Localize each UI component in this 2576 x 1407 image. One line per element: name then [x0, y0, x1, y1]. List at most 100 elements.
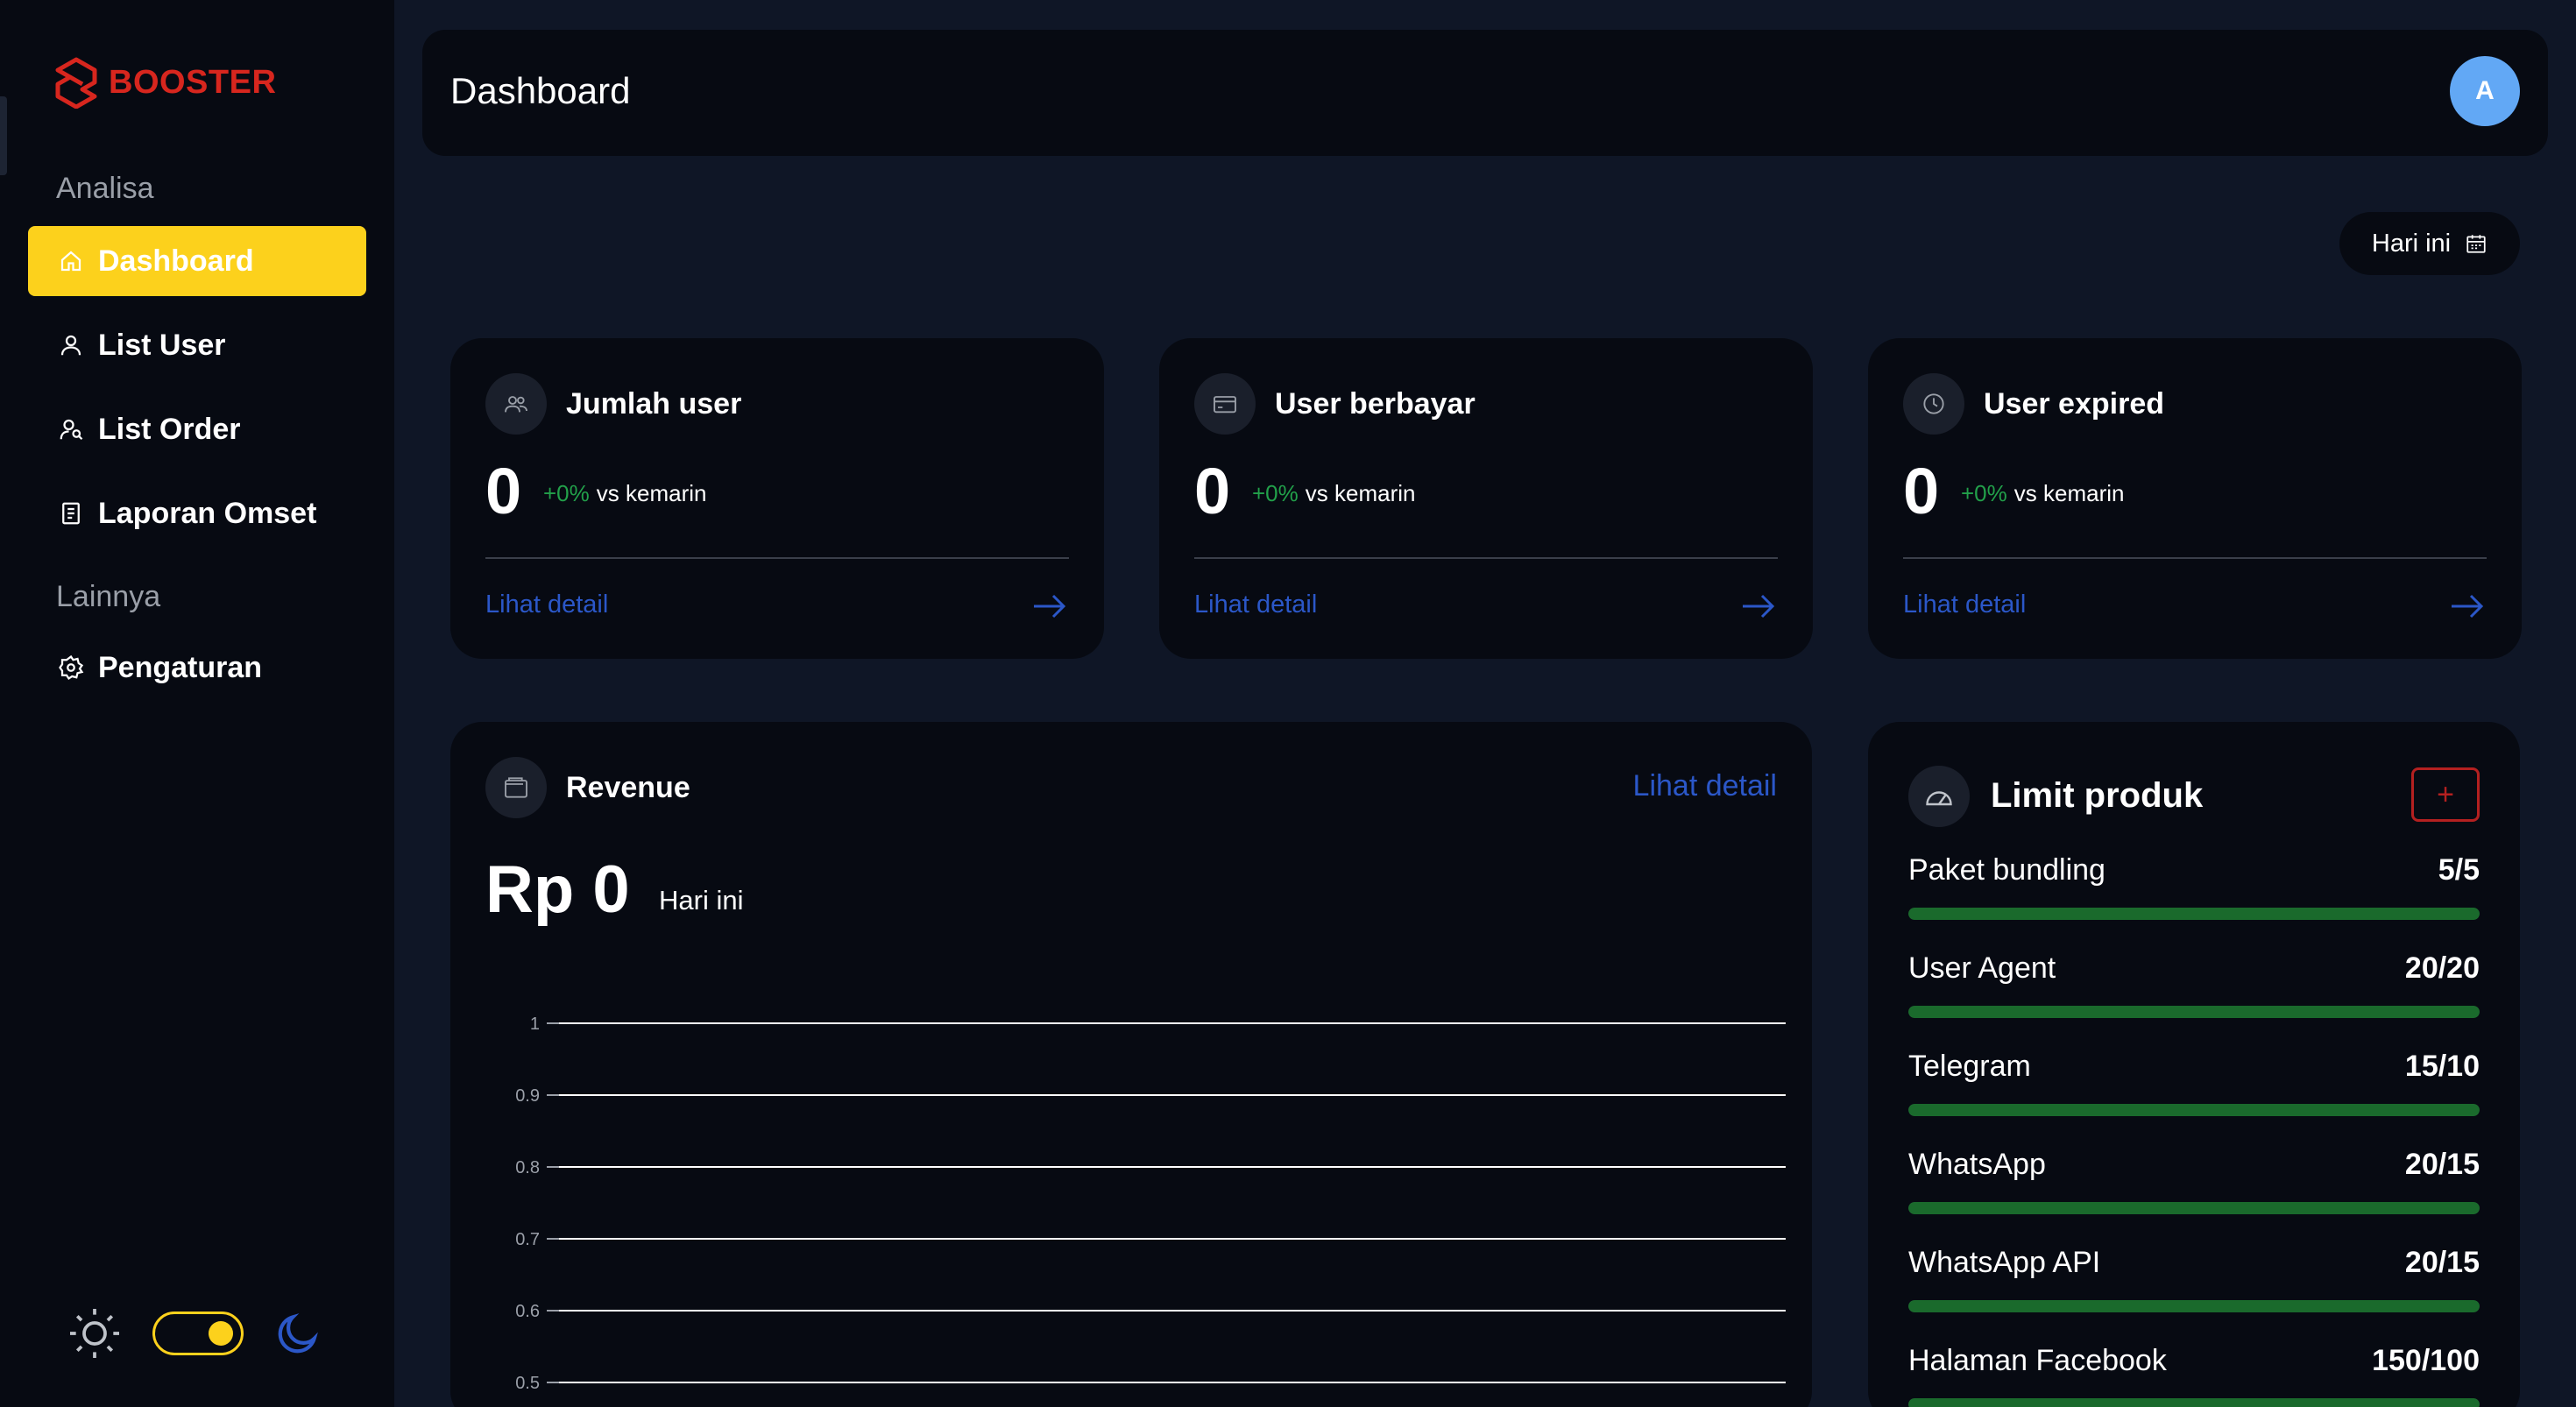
- change-label: vs kemarin: [596, 480, 707, 506]
- limit-item-name: WhatsApp API: [1908, 1246, 2101, 1279]
- calendar-icon: [2466, 235, 2486, 253]
- change-label: vs kemarin: [1305, 480, 1416, 506]
- stat-value: 0: [1903, 455, 1940, 527]
- report-icon: [62, 502, 80, 525]
- stat-change: +0% vs kemarin: [1252, 480, 1415, 507]
- add-limit-button[interactable]: +: [2411, 767, 2480, 822]
- page-title: Dashboard: [450, 70, 631, 111]
- sidebar-item-label: Pengaturan: [98, 650, 263, 684]
- section-label-lainnya: Lainnya: [56, 580, 161, 613]
- change-label: vs kemarin: [2013, 480, 2125, 506]
- card-title: User expired: [1984, 387, 2164, 421]
- moon-icon[interactable]: [273, 1309, 322, 1358]
- limit-item-name: Halaman Facebook: [1908, 1344, 2167, 1377]
- stat-card-user-berbayar: User berbayar 0 +0% vs kemarin Lihat deta…: [1159, 338, 1813, 659]
- revenue-period: Hari ini: [659, 885, 744, 916]
- toggle-knob: [209, 1321, 233, 1346]
- date-filter-button[interactable]: Hari ini: [2339, 212, 2520, 275]
- divider: [1194, 557, 1778, 559]
- detail-link[interactable]: Lihat detail: [485, 590, 608, 619]
- sidebar-item-label: List User: [98, 328, 226, 362]
- sun-icon[interactable]: [67, 1305, 123, 1361]
- limit-progress-fill: [1908, 1398, 2480, 1407]
- revenue-chart: 1 0.9 0.8 0.7 0.6 0.5: [515, 1015, 1786, 1393]
- limit-item-count: 20/15: [2404, 1246, 2480, 1279]
- sidebar-item-laporan-omset[interactable]: Laporan Omset: [28, 478, 366, 548]
- arrow-right-icon[interactable]: [1739, 590, 1778, 622]
- stat-value: 0: [485, 455, 522, 527]
- card-title: User berbayar: [1275, 387, 1476, 421]
- sidebar-item-dashboard[interactable]: Dashboard: [28, 226, 366, 296]
- limit-progress-fill: [1908, 1202, 2480, 1214]
- detail-link[interactable]: Lihat detail: [1903, 590, 2026, 619]
- stat-card-jumlah-user: Jumlah user 0 +0% vs kemarin Lihat detail: [450, 338, 1104, 659]
- booster-logo-icon: [55, 57, 97, 109]
- gear-icon: [59, 654, 84, 681]
- arrow-right-icon[interactable]: [2448, 590, 2487, 622]
- limit-item: User Agent 20/20: [1908, 951, 2480, 1050]
- user-search-icon: [60, 419, 83, 441]
- wallet-icon: [505, 777, 527, 798]
- brand-name: BOOSTER: [109, 63, 277, 101]
- revenue-card: Revenue Lihat detail Rp 0 Hari ini 1 0.9 0…: [450, 722, 1812, 1407]
- limit-progress-fill: [1908, 1300, 2480, 1312]
- divider: [485, 557, 1069, 559]
- theme-switcher: [67, 1305, 322, 1361]
- sidebar-item-pengaturan[interactable]: Pengaturan: [28, 633, 366, 703]
- limit-item: Telegram 15/10: [1908, 1050, 2480, 1148]
- change-percent: +0%: [1252, 480, 1299, 506]
- date-filter-label: Hari ini: [2371, 229, 2452, 258]
- stat-card-user-expired: User expired 0 +0% vs kemarin Lihat detai…: [1868, 338, 2522, 659]
- top-bar: Dashboard A: [422, 30, 2548, 156]
- icon-circle: [1908, 766, 1970, 827]
- stat-value: 0: [1194, 455, 1231, 527]
- card-icon: [1214, 396, 1236, 414]
- limit-progress-fill: [1908, 1006, 2480, 1018]
- icon-circle: [485, 373, 547, 435]
- icon-circle: [1903, 373, 1964, 435]
- limit-item: Paket bundling 5/5: [1908, 853, 2480, 951]
- limit-item-name: Paket bundling: [1908, 853, 2105, 887]
- avatar[interactable]: A: [2450, 56, 2520, 126]
- section-label-analisa: Analisa: [56, 172, 154, 205]
- sidebar-item-label: Laporan Omset: [98, 496, 317, 530]
- revenue-title: Revenue: [566, 771, 690, 804]
- limit-item-count: 20/20: [2404, 951, 2480, 985]
- gauge-icon: [1926, 791, 1952, 806]
- brand-logo[interactable]: BOOSTER: [53, 56, 276, 109]
- theme-toggle[interactable]: [152, 1312, 244, 1355]
- detail-link[interactable]: Lihat detail: [1194, 590, 1317, 619]
- y-tick-label: 0.6: [515, 1302, 540, 1321]
- limit-item-count: 15/10: [2404, 1050, 2480, 1083]
- revenue-detail-link[interactable]: Lihat detail: [1633, 769, 1777, 803]
- limit-progress-bar: [1908, 1398, 2480, 1407]
- limit-item-count: 5/5: [2438, 853, 2480, 887]
- sidebar-item-label: Dashboard: [98, 244, 254, 278]
- limit-item-count: 150/100: [2372, 1344, 2480, 1377]
- arrow-right-icon[interactable]: [1030, 590, 1069, 622]
- stat-change: +0% vs kemarin: [543, 480, 706, 507]
- y-tick-label: 0.5: [515, 1374, 540, 1393]
- limit-produk-title: Limit produk: [1991, 776, 2204, 815]
- limit-produk-card: Limit produk + Paket bundling 5/5 User Age…: [1868, 722, 2520, 1407]
- divider: [1903, 557, 2487, 559]
- user-icon: [60, 335, 81, 356]
- y-tick-label: 0.8: [515, 1158, 540, 1177]
- sidebar: BOOSTER Analisa Dashboard List User List…: [0, 0, 394, 1407]
- limit-item: WhatsApp 20/15: [1908, 1148, 2480, 1246]
- sidebar-item-list-order[interactable]: List Order: [28, 394, 366, 464]
- limit-progress-bar: [1908, 1202, 2480, 1214]
- y-tick-label: 0.7: [515, 1230, 540, 1249]
- stat-change: +0% vs kemarin: [1961, 480, 2124, 507]
- y-tick-label: 0.9: [515, 1086, 540, 1106]
- limit-item-name: User Agent: [1908, 951, 2056, 985]
- revenue-amount: Rp 0: [485, 852, 630, 927]
- limit-item-count: 20/15: [2404, 1148, 2480, 1181]
- icon-circle: [485, 757, 547, 818]
- y-tick-label: 1: [530, 1015, 540, 1034]
- limit-item: WhatsApp API 20/15: [1908, 1246, 2480, 1344]
- sidebar-item-list-user[interactable]: List User: [28, 310, 366, 380]
- limit-item-name: WhatsApp: [1908, 1148, 2046, 1181]
- limit-progress-bar: [1908, 1104, 2480, 1116]
- limit-list: Paket bundling 5/5 User Agent 20/20 Telegram…: [1908, 853, 2480, 1407]
